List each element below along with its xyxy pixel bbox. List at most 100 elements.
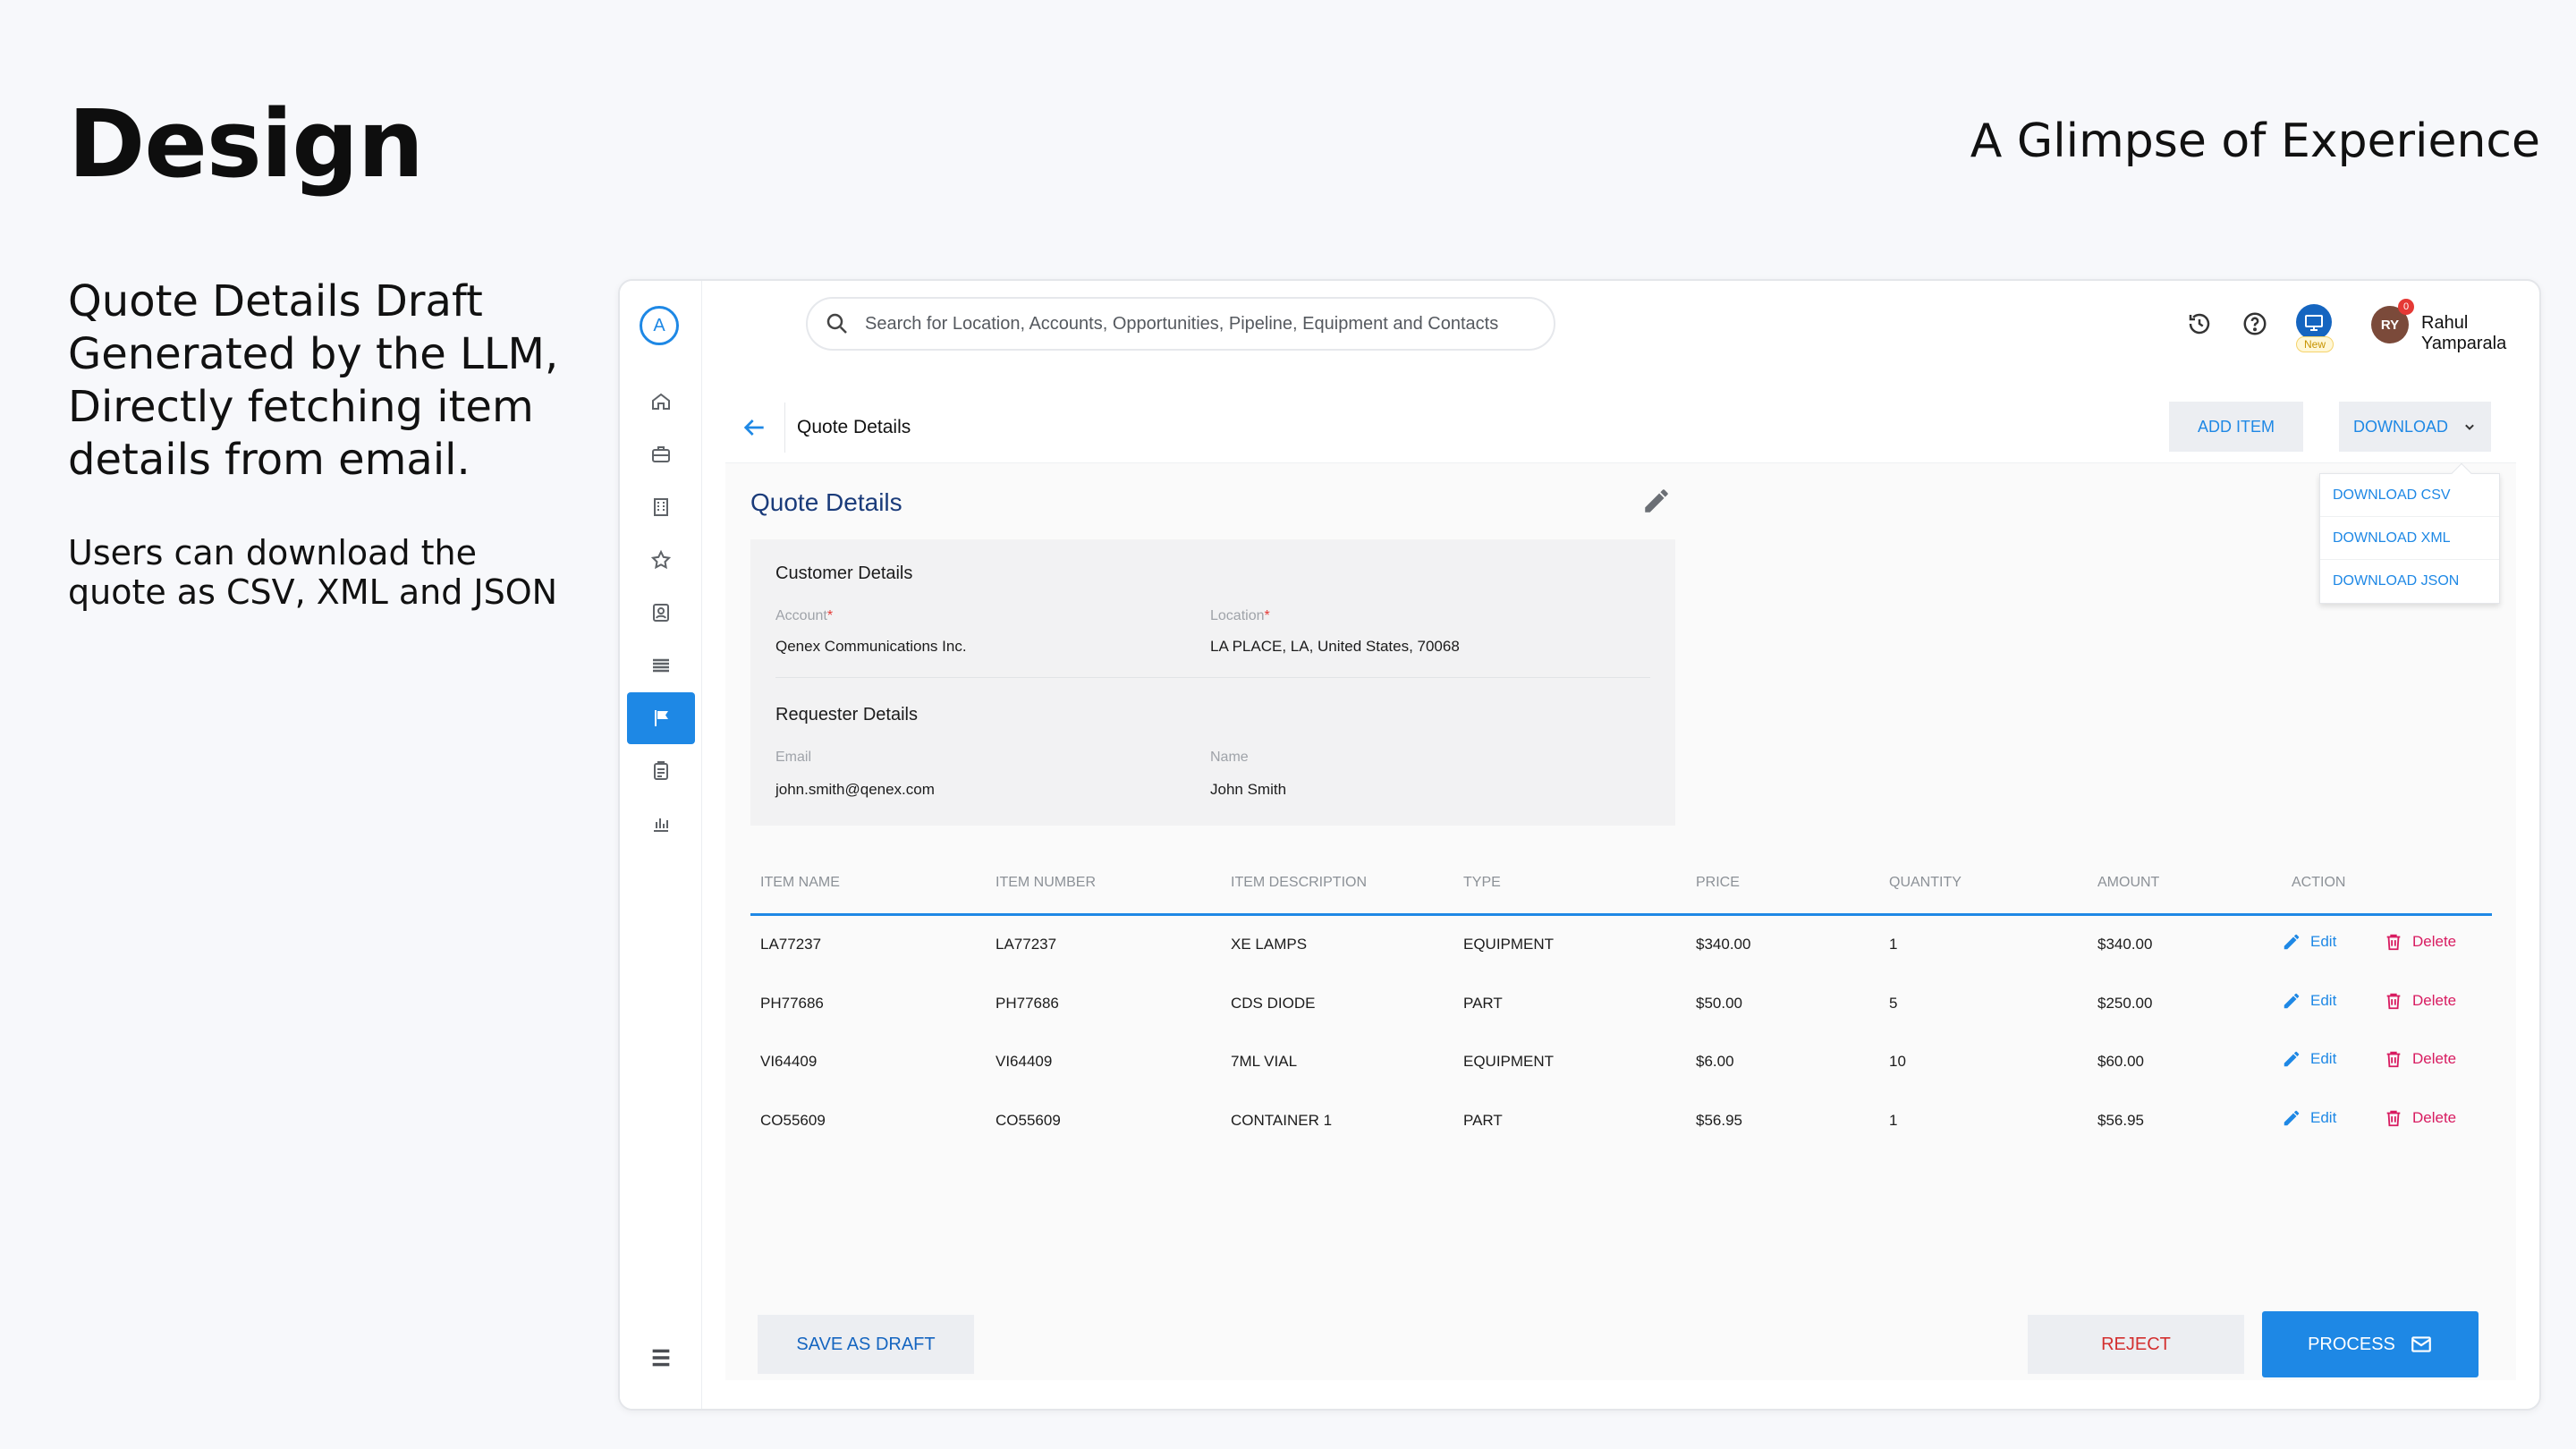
price-cell: $50.00 (1696, 994, 1742, 1012)
sidebar-item-list[interactable] (627, 640, 695, 691)
reject-button[interactable]: REJECT (2028, 1315, 2244, 1374)
item-description-cell: 7ML VIAL (1231, 1053, 1298, 1070)
help-button[interactable] (2239, 308, 2271, 340)
download-csv-option[interactable]: DOWNLOAD CSV (2320, 474, 2499, 517)
requester-section-title: Requester Details (775, 705, 918, 724)
column-header: QUANTITY (1889, 875, 1962, 890)
briefcase-icon (652, 446, 670, 462)
type-cell: PART (1463, 994, 1503, 1012)
edit-pencil-icon[interactable] (1641, 486, 1672, 516)
delete-label: Delete (2412, 1108, 2457, 1126)
top-bar: New RY 0 Rahul Yamparala (702, 281, 2539, 370)
user-name[interactable]: Rahul Yamparala (2421, 313, 2539, 354)
type-cell: EQUIPMENT (1463, 1053, 1555, 1070)
delete-button[interactable]: Delete (2384, 1108, 2456, 1128)
download-xml-option[interactable]: DOWNLOAD XML (2320, 517, 2499, 560)
details-title: Quote Details (750, 488, 902, 516)
process-button[interactable]: PROCESS (2262, 1311, 2479, 1377)
sidebar-item-clipboard[interactable] (627, 745, 695, 797)
column-header: ITEM DESCRIPTION (1231, 875, 1368, 890)
table-row: LA77237 LA77237 XE LAMPS EQUIPMENT $340.… (750, 916, 2492, 975)
download-json-option[interactable]: DOWNLOAD JSON (2320, 560, 2499, 603)
app-logo[interactable]: A (640, 306, 679, 345)
download-menu: DOWNLOAD CSV DOWNLOAD XML DOWNLOAD JSON (2319, 462, 2500, 604)
add-item-button[interactable]: ADD ITEM (2169, 402, 2303, 452)
delete-button[interactable]: Delete (2384, 932, 2456, 952)
item-description-cell: XE LAMPS (1231, 936, 1308, 953)
edit-button[interactable]: Edit (2282, 1049, 2336, 1069)
column-header: AMOUNT (2097, 875, 2160, 890)
table-row: VI64409 VI64409 7ML VIAL EQUIPMENT $6.00… (750, 1033, 2492, 1092)
item-name-cell: VI64409 (760, 1053, 818, 1070)
edit-label: Edit (2310, 1108, 2337, 1126)
header-divider (784, 402, 785, 453)
menu-icon[interactable] (648, 1345, 674, 1370)
delete-label: Delete (2412, 1050, 2457, 1067)
sidebar-item-home[interactable] (627, 376, 695, 428)
column-header: TYPE (1463, 875, 1501, 890)
trash-icon (2386, 993, 2401, 1009)
main-content: Quote Details ADD ITEM DOWNLOAD DOWNLOAD… (725, 392, 2516, 1380)
item-name-cell: PH77686 (760, 994, 824, 1012)
download-button[interactable]: DOWNLOAD (2339, 402, 2491, 452)
price-cell: $56.95 (1696, 1111, 1742, 1129)
name-value: John Smith (1210, 781, 1287, 798)
type-cell: EQUIPMENT (1463, 936, 1555, 953)
details-panel: Customer Details Account* Qenex Communic… (750, 539, 1675, 826)
sidebar-nav: A (620, 281, 702, 1409)
new-badge: New (2296, 336, 2334, 352)
sidebar-item-contacts[interactable] (627, 587, 695, 639)
help-icon (2243, 312, 2267, 335)
account-label-text: Account (775, 608, 827, 623)
building-icon (654, 498, 668, 516)
item-name-cell: LA77237 (760, 936, 822, 953)
pencil-icon (2284, 1110, 2300, 1125)
process-label: PROCESS (2308, 1334, 2395, 1354)
item-number-cell: CO55609 (996, 1111, 1061, 1129)
required-marker: * (1264, 608, 1270, 623)
table-row: CO55609 CO55609 CONTAINER 1 PART $56.95 … (750, 1092, 2492, 1151)
chart-icon (654, 818, 668, 832)
email-label: Email (775, 750, 812, 765)
sidebar-item-favorites[interactable] (627, 534, 695, 586)
delete-button[interactable]: Delete (2384, 991, 2456, 1011)
search-input[interactable] (865, 313, 1545, 335)
history-button[interactable] (2183, 308, 2216, 340)
save-as-draft-button[interactable]: SAVE AS DRAFT (758, 1315, 974, 1374)
price-cell: $340.00 (1696, 936, 1751, 953)
item-description-cell: CONTAINER 1 (1231, 1111, 1333, 1129)
amount-cell: $56.95 (2097, 1111, 2144, 1129)
edit-label: Edit (2310, 991, 2337, 1009)
ai-assistant-button[interactable] (2296, 304, 2332, 340)
edit-button[interactable]: Edit (2282, 932, 2336, 952)
trash-icon (2386, 1110, 2401, 1126)
column-header: ITEM NUMBER (996, 875, 1096, 890)
clipboard-icon (654, 761, 668, 780)
back-arrow-icon[interactable] (740, 413, 768, 442)
monitor-icon (2305, 315, 2323, 331)
quantity-cell: 1 (1889, 936, 1898, 953)
slide-title: Design (68, 89, 424, 199)
sidebar-item-reports[interactable] (627, 798, 695, 850)
global-search[interactable] (806, 297, 1555, 351)
item-name-cell: CO55609 (760, 1111, 826, 1129)
star-icon (650, 549, 672, 570)
quantity-cell: 10 (1889, 1053, 1906, 1070)
table-row: PH77686 PH77686 CDS DIODE PART $50.00 5 … (750, 975, 2492, 1034)
notification-badge: 0 (2398, 299, 2414, 315)
delete-label: Delete (2412, 933, 2457, 950)
edit-button[interactable]: Edit (2282, 1108, 2336, 1128)
items-table: ITEM NAME ITEM NUMBER ITEM DESCRIPTION T… (750, 852, 2492, 1150)
sidebar-item-briefcase[interactable] (627, 428, 695, 480)
chevron-down-icon (2465, 424, 2474, 430)
name-label: Name (1210, 750, 1249, 765)
sidebar-item-building[interactable] (627, 481, 695, 533)
slide-tagline: A Glimpse of Experience (1970, 114, 2540, 168)
search-icon (826, 313, 847, 334)
edit-button[interactable]: Edit (2282, 991, 2336, 1011)
sidebar-item-quotes[interactable] (627, 692, 695, 744)
page-header: Quote Details ADD ITEM DOWNLOAD (725, 392, 2516, 463)
delete-button[interactable]: Delete (2384, 1049, 2456, 1069)
required-marker: * (826, 608, 834, 623)
pencil-icon (2284, 934, 2300, 950)
